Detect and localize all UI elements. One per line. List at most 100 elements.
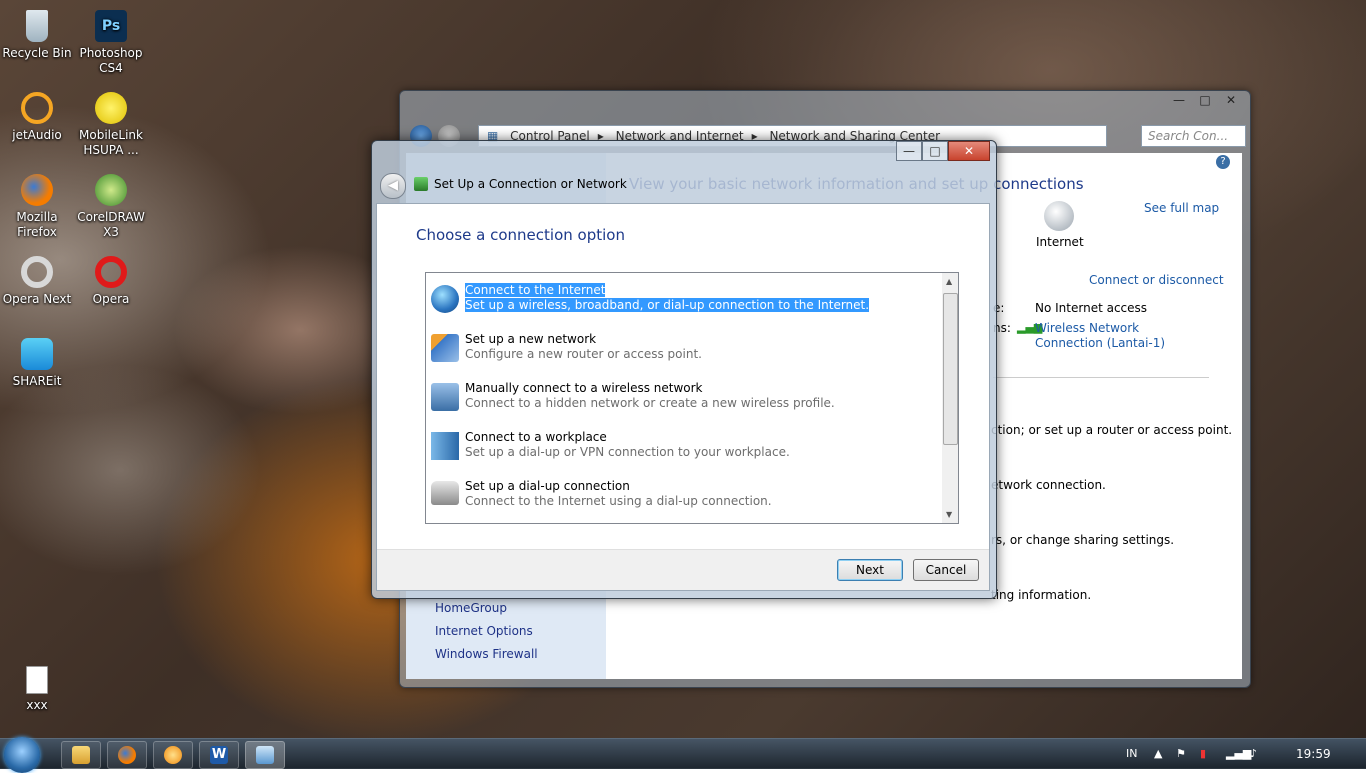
workplace-icon (431, 432, 459, 460)
dialog-title: Set Up a Connection or Network (434, 177, 627, 191)
desktop-icon-opera-next[interactable]: Opera Next (0, 250, 74, 307)
jetaudio-icon (21, 92, 53, 124)
scroll-up-arrow-icon[interactable]: ▲ (946, 277, 952, 286)
volume-icon[interactable]: ♪ (1250, 747, 1257, 760)
maximize-button[interactable]: □ (1192, 91, 1218, 109)
setup-router-text: ction; or set up a router or access poin… (991, 423, 1233, 437)
dialog-footer: Next Cancel (377, 549, 989, 590)
close-button[interactable]: ✕ (948, 141, 990, 161)
wireless-connection-link[interactable]: Wireless Network Connection (Lantai-1) (1035, 321, 1205, 351)
desktop-icon-jetaudio[interactable]: jetAudio (0, 86, 74, 143)
desktop-icon-xxx[interactable]: xxx (0, 660, 74, 713)
mobilelink-icon (95, 92, 127, 124)
desktop-icon-mobilelink[interactable]: MobileLink HSUPA ... (74, 86, 148, 158)
desktop-icon-coreldraw[interactable]: CorelDRAW X3 (74, 168, 148, 240)
taskbar-firefox[interactable] (107, 741, 147, 769)
option-title: Set up a new network (465, 332, 597, 346)
maximize-button[interactable]: □ (922, 141, 948, 161)
option-workplace[interactable]: Connect to a workplace Set up a dial-up … (429, 428, 944, 468)
router-icon (431, 334, 459, 362)
word-icon: W (210, 746, 228, 764)
option-desc: Set up a wireless, broadband, or dial-up… (465, 298, 870, 312)
list-scrollbar[interactable]: ▲ ▼ (942, 273, 958, 523)
connect-or-disconnect-link[interactable]: Connect or disconnect (1089, 273, 1224, 287)
option-desc: Set up a dial-up or VPN connection to yo… (465, 445, 790, 459)
desktop-icon-label: Mozilla Firefox (16, 210, 58, 239)
minimize-button[interactable]: — (896, 141, 922, 161)
option-manual-wireless[interactable]: Manually connect to a wireless network C… (429, 379, 944, 419)
firefox-icon (118, 746, 136, 764)
taskbar-control-panel[interactable] (245, 741, 285, 769)
option-new-network[interactable]: Set up a new network Configure a new rou… (429, 330, 944, 370)
action-center-flag-icon[interactable]: ⚑ (1176, 747, 1186, 760)
firefox-icon (21, 174, 53, 206)
desktop-icon-opera[interactable]: Opera (74, 250, 148, 307)
power-icon[interactable]: ▮ (1200, 747, 1206, 760)
desktop-icon-label: Recycle Bin (2, 46, 72, 60)
desktop-icon-label: CorelDRAW X3 (77, 210, 145, 239)
link-homegroup[interactable]: HomeGroup (435, 601, 507, 615)
desktop-icon-photoshop[interactable]: Ps Photoshop CS4 (74, 4, 148, 76)
search-input[interactable]: Search Con... (1141, 125, 1246, 147)
desktop-icon-label: Opera (92, 292, 130, 306)
desktop-icon-label: xxx (26, 698, 48, 712)
cancel-button[interactable]: Cancel (913, 559, 979, 581)
option-connect-internet[interactable]: Connect to the Internet Set up a wireles… (429, 281, 944, 321)
phone-icon (431, 481, 459, 505)
control-panel-icon (256, 746, 274, 764)
coreldraw-icon (95, 174, 127, 206)
desktop-icon-label: Opera Next (2, 292, 72, 306)
back-arrow-icon: ◀ (388, 178, 398, 193)
desktop-icon-label: jetAudio (12, 128, 62, 142)
access-type-value: No Internet access (1035, 301, 1148, 315)
taskbar-explorer[interactable] (61, 741, 101, 769)
option-title: Manually connect to a wireless network (465, 381, 703, 395)
desktop-icon-firefox[interactable]: Mozilla Firefox (0, 168, 74, 240)
desktop-icon-recycle-bin[interactable]: Recycle Bin (0, 4, 74, 61)
link-windows-firewall[interactable]: Windows Firewall (435, 647, 538, 661)
setup-connection-dialog: — □ ✕ ◀ Set Up a Connection or Network C… (371, 140, 997, 599)
close-button[interactable]: ✕ (1218, 91, 1244, 109)
minimize-button[interactable]: — (1166, 91, 1192, 109)
text-file-icon (26, 666, 48, 694)
recycle-bin-icon (26, 10, 48, 42)
link-internet-options[interactable]: Internet Options (435, 624, 533, 638)
divider (993, 377, 1209, 378)
taskbar-jetaudio[interactable] (153, 741, 193, 769)
network-signal-icon[interactable]: ▂▄▆ (1226, 747, 1251, 760)
help-icon[interactable]: ? (1216, 155, 1230, 169)
wireless-icon (431, 383, 459, 411)
taskbar-word[interactable]: W (199, 741, 239, 769)
troubleshoot-text: ting information. (991, 588, 1092, 602)
internet-globe-icon (1044, 201, 1074, 231)
folder-icon (72, 746, 90, 764)
opera-next-icon (21, 256, 53, 288)
show-hidden-icons-icon[interactable]: ▲ (1154, 747, 1162, 760)
clock[interactable]: 19:59 (1296, 747, 1331, 761)
internet-label: Internet (1036, 235, 1084, 249)
jetaudio-icon (164, 746, 182, 764)
sharing-settings-text: rs, or change sharing settings. (991, 533, 1175, 547)
desktop-icon-shareit[interactable]: SHAREit (0, 332, 74, 389)
desktop-icon-label: Photoshop CS4 (79, 46, 143, 75)
option-desc: Configure a new router or access point. (465, 347, 702, 361)
scroll-thumb[interactable] (943, 293, 958, 445)
option-dialup[interactable]: Set up a dial-up connection Connect to t… (429, 477, 944, 517)
option-title: Connect to a workplace (465, 430, 607, 444)
dialog-window-controls: — □ ✕ (896, 141, 990, 161)
desktop-icon-label: SHAREit (12, 374, 62, 388)
network-connection-text: etwork connection. (991, 478, 1106, 492)
option-desc: Connect to a hidden network or create a … (465, 396, 835, 410)
language-indicator[interactable]: IN (1126, 747, 1137, 760)
photoshop-icon: Ps (95, 10, 127, 42)
dialog-heading: Choose a connection option (416, 226, 625, 244)
desktop-icon-label: MobileLink HSUPA ... (79, 128, 143, 157)
shareit-icon (21, 338, 53, 370)
back-arrow-button[interactable]: ◀ (380, 173, 406, 199)
scroll-down-arrow-icon[interactable]: ▼ (946, 510, 952, 519)
window-controls: — □ ✕ (1166, 91, 1244, 109)
option-title: Set up a dial-up connection (465, 479, 630, 493)
see-full-map-link[interactable]: See full map (1144, 201, 1219, 215)
dialog-body: Choose a connection option Connect to th… (376, 203, 990, 591)
next-button[interactable]: Next (837, 559, 903, 581)
